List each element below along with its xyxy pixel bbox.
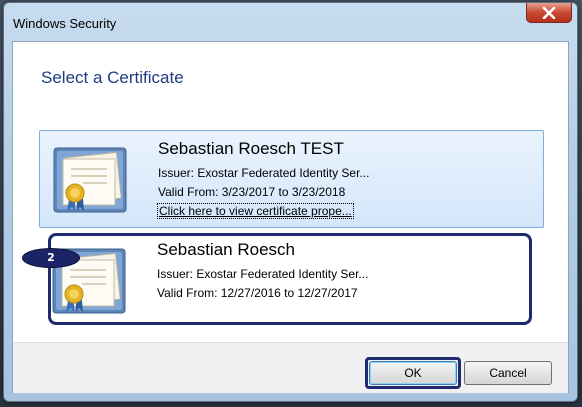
- certificate-issuer: Issuer: Exostar Federated Identity Ser..…: [157, 267, 369, 281]
- dialog-footer: OK Cancel: [13, 342, 568, 393]
- view-certificate-properties-link[interactable]: Click here to view certificate prope...: [157, 203, 354, 219]
- certificate-item[interactable]: Sebastian Roesch Issuer: Exostar Federat…: [39, 232, 544, 330]
- certificate-validity: Valid From: 3/23/2017 to 3/23/2018: [158, 185, 346, 199]
- certificate-icon: [53, 147, 127, 213]
- window-title: Windows Security: [13, 16, 117, 31]
- cancel-button[interactable]: Cancel: [464, 361, 552, 385]
- certificate-name: Sebastian Roesch: [157, 240, 295, 259]
- ok-button[interactable]: OK: [369, 361, 457, 385]
- windows-security-dialog: Windows Security Select a Certificate Se…: [3, 2, 578, 402]
- title-bar[interactable]: Windows Security: [4, 3, 577, 41]
- certificate-issuer: Issuer: Exostar Federated Identity Ser..…: [158, 166, 370, 180]
- certificate-validity: Valid From: 12/27/2016 to 12/27/2017: [157, 286, 358, 300]
- close-button[interactable]: [526, 3, 572, 23]
- step-number-badge: 2: [23, 249, 79, 267]
- certificate-name: Sebastian Roesch TEST: [158, 139, 344, 158]
- close-icon: [542, 6, 556, 19]
- dialog-heading: Select a Certificate: [41, 68, 184, 87]
- certificate-item-test[interactable]: Sebastian Roesch TEST Issuer: Exostar Fe…: [39, 130, 544, 228]
- dialog-content: Select a Certificate Sebastian Roesch TE…: [12, 41, 569, 393]
